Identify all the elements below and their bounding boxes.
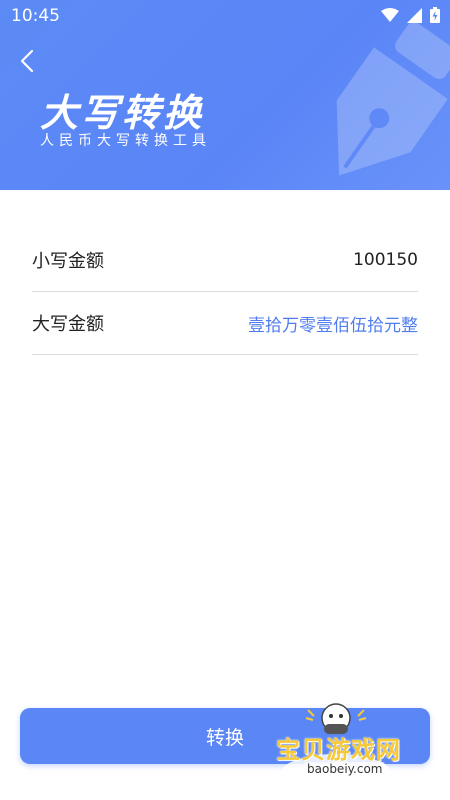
page-title: 大写转换 [40,91,205,135]
signal-icon [407,7,422,23]
status-time: 10:45 [11,6,60,26]
watermark-url: baobeiy.com [304,762,386,776]
uppercase-amount-row: 大写金额 壹拾万零壹佰伍拾元整 [32,292,418,355]
lowercase-amount-input[interactable]: 100150 [353,250,418,270]
chevron-left-icon [20,49,34,73]
uppercase-amount-label: 大写金额 [32,314,104,335]
battery-icon [430,7,440,23]
status-bar: 10:45 [0,0,450,32]
page-subtitle: 人民币大写转换工具 [40,133,211,149]
lowercase-amount-label: 小写金额 [32,251,104,272]
uppercase-amount-result: 壹拾万零壹佰伍拾元整 [248,315,418,336]
wifi-icon [381,7,399,22]
convert-button[interactable]: 转换 [20,708,430,764]
pen-icon [336,22,450,176]
lowercase-amount-row[interactable]: 小写金额 100150 [32,229,418,292]
header-banner: 10:45 大写转换 人民币大写转换工具 [0,0,450,190]
back-button[interactable] [14,46,44,76]
